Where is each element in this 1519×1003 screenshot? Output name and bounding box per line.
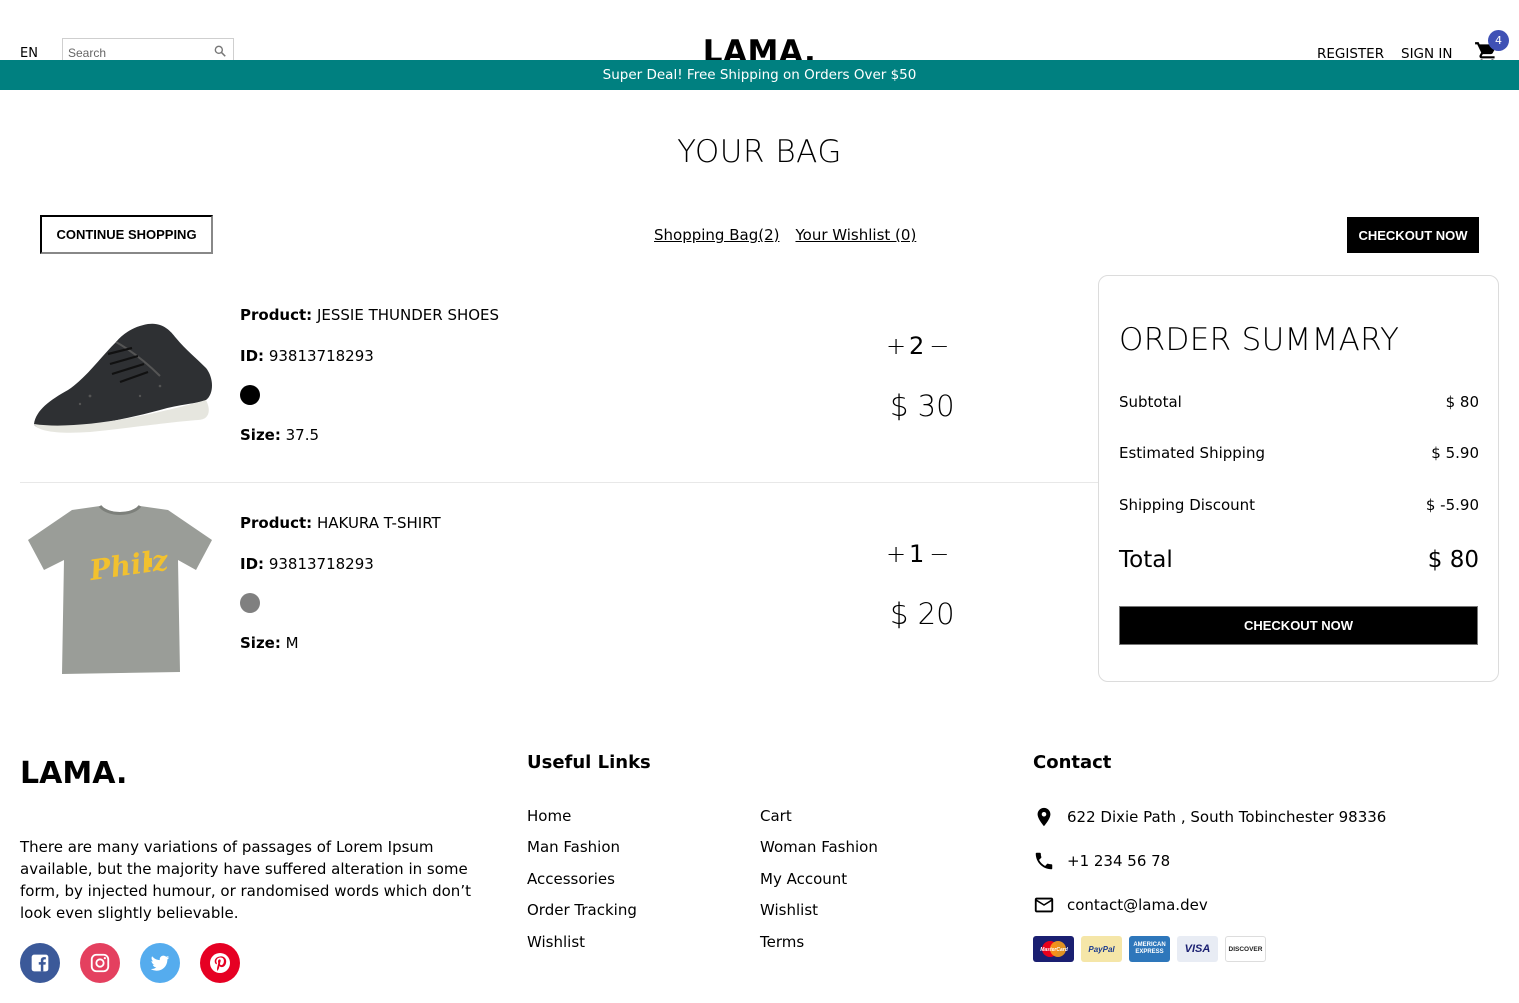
footer-link-home[interactable]: Home <box>527 807 571 825</box>
cart-count-badge: 4 <box>1488 30 1509 51</box>
mail-icon <box>1034 897 1054 913</box>
footer-link-woman-fashion[interactable]: Woman Fashion <box>760 838 878 856</box>
product-color-swatch <box>240 385 260 405</box>
footer-link-accessories[interactable]: Accessories <box>527 870 615 888</box>
footer-logo[interactable]: LAMA. <box>20 756 127 791</box>
discount-label: Shipping Discount <box>1119 496 1256 514</box>
continue-shopping-button[interactable]: CONTINUE SHOPPING <box>40 215 213 254</box>
cart-product: Philz Product: HAKURA T-SHIRT ID: 938137… <box>20 500 1098 690</box>
footer-link-wishlist-2[interactable]: Wishlist <box>760 901 818 919</box>
footer-link-terms[interactable]: Terms <box>760 933 804 951</box>
product-price: $ 30 <box>890 389 955 423</box>
size-label: Size: <box>240 634 281 652</box>
subtotal-value: $ 80 <box>1445 393 1479 411</box>
product-name-row: Product: JESSIE THUNDER SHOES <box>240 305 499 325</box>
checkout-now-button[interactable]: CHECKOUT NOW <box>1119 606 1478 645</box>
bag-tabs: Shopping Bag(2) Your Wishlist (0) <box>654 226 916 244</box>
product-name: JESSIE THUNDER SHOES <box>316 306 500 324</box>
mastercard-icon: MasterCard <box>1033 936 1074 962</box>
phone-icon <box>1035 852 1053 870</box>
quantity-value: 1 <box>909 540 925 568</box>
phone-text: +1 234 56 78 <box>1067 852 1171 870</box>
id-label: ID: <box>240 555 265 573</box>
shipping-value: $ 5.90 <box>1431 444 1479 462</box>
id-label: ID: <box>240 347 265 365</box>
navbar: EN LAMA. REGISTER SIGN IN 4 <box>0 0 1519 70</box>
product-id-row: ID: 93813718293 <box>240 554 374 574</box>
total-label: Total <box>1119 547 1173 573</box>
product-name: HAKURA T-SHIRT <box>316 514 441 532</box>
tshirt-image: Philz <box>28 504 212 674</box>
summary-title: ORDER SUMMARY <box>1119 322 1400 358</box>
wishlist-link[interactable]: Your Wishlist (0) <box>795 226 916 244</box>
twitter-icon[interactable] <box>140 943 180 983</box>
address-text: 622 Dixie Path , South Tobinchester 9833… <box>1067 808 1387 826</box>
mastercard-label: MasterCard <box>1040 947 1068 953</box>
shipping-label: Estimated Shipping <box>1119 444 1265 462</box>
quantity-stepper: +2− <box>886 332 949 360</box>
pinterest-icon[interactable] <box>200 943 240 983</box>
footer-link-wishlist[interactable]: Wishlist <box>527 933 585 951</box>
decrease-quantity-button[interactable]: − <box>929 332 949 360</box>
product-id: 93813718293 <box>268 347 374 365</box>
email-text[interactable]: contact@lama.dev <box>1067 896 1208 914</box>
divider <box>20 482 1098 483</box>
page-title: YOUR BAG <box>677 134 842 170</box>
footer-link-my-account[interactable]: My Account <box>760 870 847 888</box>
contact-title: Contact <box>1033 752 1112 773</box>
announcement-bar: Super Deal! Free Shipping on Orders Over… <box>0 60 1519 90</box>
product-id-row: ID: 93813718293 <box>240 346 374 366</box>
product-color-swatch <box>240 593 260 613</box>
product-size: 37.5 <box>285 426 320 444</box>
product-name-row: Product: HAKURA T-SHIRT <box>240 513 441 533</box>
instagram-icon[interactable] <box>80 943 120 983</box>
footer-link-cart[interactable]: Cart <box>760 807 792 825</box>
useful-links-title: Useful Links <box>527 752 651 773</box>
footer-description: There are many variations of passages of… <box>20 838 471 922</box>
paypal-icon: PayPal <box>1081 936 1122 962</box>
visa-icon: VISA <box>1177 936 1218 962</box>
discover-icon: DISCOVER <box>1225 936 1266 962</box>
shopping-bag-link[interactable]: Shopping Bag(2) <box>654 226 779 244</box>
discount-value: $ -5.90 <box>1425 496 1479 514</box>
increase-quantity-button[interactable]: + <box>886 332 906 360</box>
increase-quantity-button[interactable]: + <box>886 540 906 568</box>
order-summary: ORDER SUMMARY Subtotal $ 80 Estimated Sh… <box>1098 275 1499 682</box>
location-pin-icon <box>1037 807 1051 827</box>
product-label: Product: <box>240 306 313 324</box>
product-id: 93813718293 <box>268 555 374 573</box>
footer-link-order-tracking[interactable]: Order Tracking <box>527 901 637 919</box>
checkout-now-button-top[interactable]: CHECKOUT NOW <box>1347 217 1479 253</box>
quantity-value: 2 <box>909 332 925 360</box>
amex-icon: AMERICAN EXPRESS <box>1129 936 1170 962</box>
product-size-row: Size: 37.5 <box>240 425 319 445</box>
product-label: Product: <box>240 514 313 532</box>
product-size: M <box>285 634 299 652</box>
footer-link-man-fashion[interactable]: Man Fashion <box>527 838 620 856</box>
decrease-quantity-button[interactable]: − <box>929 540 949 568</box>
cart-product: Product: JESSIE THUNDER SHOES ID: 938137… <box>20 292 1098 482</box>
subtotal-label: Subtotal <box>1119 393 1182 411</box>
product-size-row: Size: M <box>240 633 299 653</box>
quantity-stepper: +1− <box>886 540 949 568</box>
shoe-image <box>34 323 212 433</box>
total-value: $ 80 <box>1427 547 1479 573</box>
size-label: Size: <box>240 426 281 444</box>
facebook-icon[interactable] <box>20 943 60 983</box>
product-price: $ 20 <box>890 597 955 631</box>
